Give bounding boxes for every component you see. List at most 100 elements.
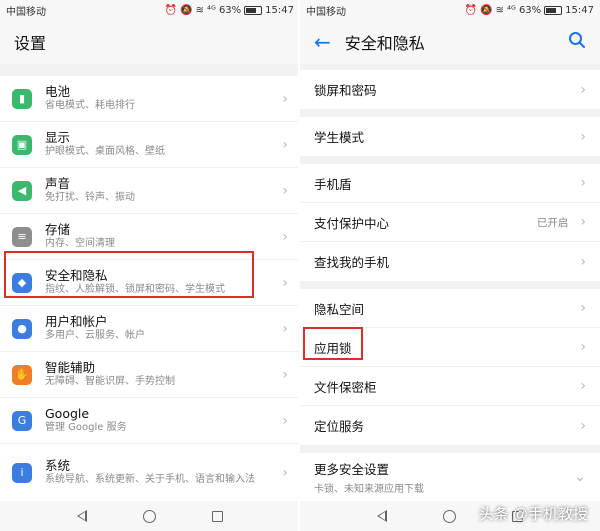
chevron-right-icon: › — [580, 300, 586, 316]
option-text: 文件保密柜 — [314, 377, 574, 396]
chevron-right-icon: › — [580, 253, 586, 270]
settings-item[interactable]: ● 用户和帐户 多用户、云服务、帐户 › — [0, 306, 300, 352]
option-text: 隐私空间 — [314, 299, 574, 318]
watermark: 头条 @手机教授 — [478, 506, 588, 523]
settings-item-subtitle: 多用户、云服务、帐户 — [45, 330, 145, 341]
status-bar: 中国移动 ⏰ 🔕 ≋ ⁴ᴳ 63% 15:47 — [300, 0, 600, 20]
option-group: 更多安全设置 卡锁、未知来源应用下载 ⌄ — [300, 453, 600, 501]
page-title: 安全和隐私 — [344, 34, 425, 53]
sound-icon: ◀ — [12, 180, 32, 201]
settings-item[interactable]: ▮ 电池 省电模式、耗电排行 › — [0, 76, 300, 122]
chevron-right-icon: › — [282, 136, 288, 153]
settings-item-subtitle: 护眼模式、桌面风格、壁纸 — [45, 146, 165, 157]
clock: 15:47 — [265, 4, 294, 16]
nav-bar — [0, 501, 300, 531]
option-item[interactable]: 查找我的手机 › — [300, 242, 600, 281]
nav-recents-icon[interactable] — [212, 510, 223, 522]
battery-percent: 63% — [518, 4, 542, 16]
mute-icon: 🔕 — [480, 4, 493, 16]
option-item[interactable]: 文件保密柜 › — [300, 367, 600, 406]
settings-item-title: 安全和隐私 — [45, 268, 108, 283]
settings-item-title: 系统 — [45, 458, 71, 473]
settings-item-title: 智能辅助 — [45, 360, 96, 375]
alarm-icon: ⏰ — [164, 4, 178, 16]
security-privacy-screen: 中国移动 ⏰ 🔕 ≋ ⁴ᴳ 63% 15:47 ← 安全和隐私 锁屏和密码 › 学生… — [300, 0, 600, 531]
display-icon: ▣ — [12, 134, 32, 155]
chevron-right-icon: › — [580, 339, 586, 355]
chevron-right-icon: › — [282, 412, 288, 429]
chevron-down-icon: ⌄ — [574, 469, 586, 485]
settings-item-text: Google 管理 Google 服务 — [45, 406, 276, 435]
option-item[interactable]: 学生模式 › — [300, 117, 600, 156]
nav-home-icon[interactable] — [443, 509, 456, 523]
option-item[interactable]: 更多安全设置 卡锁、未知来源应用下载 ⌄ — [300, 453, 600, 501]
battery-status-icon — [544, 5, 563, 15]
settings-item[interactable]: ◀ 声音 免打扰、铃声、振动 › — [0, 168, 300, 214]
nav-home-icon[interactable] — [143, 509, 156, 523]
carrier-label: 中国移动 — [306, 6, 346, 18]
search-icon[interactable] — [568, 31, 586, 53]
settings-list: ▮ 电池 省电模式、耗电排行 › ▣ 显示 护眼模式、桌面风格、壁纸 › ◀ 声音 免打扰、铃声、振… — [0, 76, 300, 502]
option-item[interactable]: 定位服务 › — [300, 406, 600, 445]
option-group: 手机盾 › 支付保护中心 已开启 › 查找我的手机 › — [300, 164, 600, 281]
page-title-bar: ← 安全和隐私 — [300, 20, 600, 64]
option-item[interactable]: 支付保护中心 已开启 › — [300, 203, 600, 242]
signal-icon: ⁴ᴳ — [507, 4, 516, 16]
settings-item-subtitle: 省电模式、耗电排行 — [45, 100, 135, 111]
storage-icon: ≡ — [12, 226, 32, 247]
settings-item[interactable]: ≡ 存储 内存、空间清理 › — [0, 214, 300, 260]
option-label: 支付保护中心 — [314, 215, 390, 231]
option-label: 定位服务 — [314, 419, 365, 434]
settings-item-subtitle: 内存、空间清理 — [45, 238, 115, 249]
hand-icon: ✋ — [12, 364, 32, 385]
settings-item-text: 用户和帐户 多用户、云服务、帐户 — [45, 314, 276, 343]
chevron-right-icon: › — [580, 128, 586, 145]
option-text: 支付保护中心 — [314, 213, 537, 232]
option-item[interactable]: 隐私空间 › — [300, 289, 600, 328]
page-title: 设置 — [14, 34, 47, 53]
nav-back-icon[interactable] — [77, 510, 87, 522]
chevron-right-icon: › — [580, 378, 586, 394]
settings-item[interactable]: ✋ 智能辅助 无障碍、智能识屏、手势控制 › — [0, 352, 300, 398]
system-info-icon: i — [12, 462, 32, 483]
settings-item[interactable]: ◆ 安全和隐私 指纹、人脸解锁、锁屏和密码、学生模式 › — [0, 260, 300, 306]
settings-item-title: 电池 — [45, 84, 71, 99]
settings-item-text: 存储 内存、空间清理 — [45, 222, 276, 251]
battery-icon: ▮ — [12, 88, 32, 109]
settings-item-title: 用户和帐户 — [45, 314, 108, 329]
option-label: 锁屏和密码 — [314, 83, 377, 98]
settings-item[interactable]: G Google 管理 Google 服务 › — [0, 398, 300, 444]
carrier-label: 中国移动 — [6, 6, 46, 18]
settings-item-subtitle: 系统导航、系统更新、关于手机、语言和输入法 — [45, 474, 255, 485]
settings-item[interactable]: ▣ 显示 护眼模式、桌面风格、壁纸 › — [0, 122, 300, 168]
chevron-right-icon: › — [580, 214, 586, 230]
chevron-right-icon: › — [282, 228, 288, 245]
option-item[interactable]: 手机盾 › — [300, 164, 600, 203]
option-item[interactable]: 应用锁 › — [300, 328, 600, 367]
option-label: 隐私空间 — [314, 301, 365, 317]
page-title-bar: 设置 — [0, 20, 300, 64]
wifi-icon: ≋ — [195, 4, 205, 16]
settings-item-subtitle: 免打扰、铃声、振动 — [45, 192, 135, 203]
back-arrow-icon[interactable]: ← — [314, 30, 331, 54]
alarm-icon: ⏰ — [464, 4, 478, 16]
mute-icon: 🔕 — [180, 4, 193, 16]
settings-item-title: 显示 — [45, 130, 71, 145]
signal-icon: ⁴ᴳ — [207, 4, 216, 16]
settings-item-text: 电池 省电模式、耗电排行 — [45, 84, 276, 113]
settings-item-title: Google — [45, 406, 90, 421]
security-options-list: 锁屏和密码 › 学生模式 › 手机盾 › 支付保护中心 已开启 › 查找我的手机 › 隐私空间 › 应用锁… — [300, 70, 600, 501]
status-bar: 中国移动 ⏰ 🔕 ≋ ⁴ᴳ 63% 15:47 — [0, 0, 300, 20]
chevron-right-icon: › — [580, 81, 586, 98]
chevron-right-icon: › — [282, 274, 288, 291]
option-subtitle: 卡锁、未知来源应用下载 — [314, 484, 424, 495]
settings-item-subtitle: 指纹、人脸解锁、锁屏和密码、学生模式 — [45, 284, 225, 295]
chevron-right-icon: › — [282, 464, 288, 481]
settings-item-subtitle: 管理 Google 服务 — [45, 422, 127, 433]
chevron-right-icon: › — [580, 175, 586, 191]
option-item[interactable]: 锁屏和密码 › — [300, 70, 600, 109]
nav-back-icon[interactable] — [377, 510, 387, 522]
option-text: 手机盾 — [314, 174, 574, 193]
settings-item[interactable]: i 系统 系统导航、系统更新、关于手机、语言和输入法 › — [0, 444, 300, 502]
option-text: 应用锁 — [314, 338, 574, 357]
